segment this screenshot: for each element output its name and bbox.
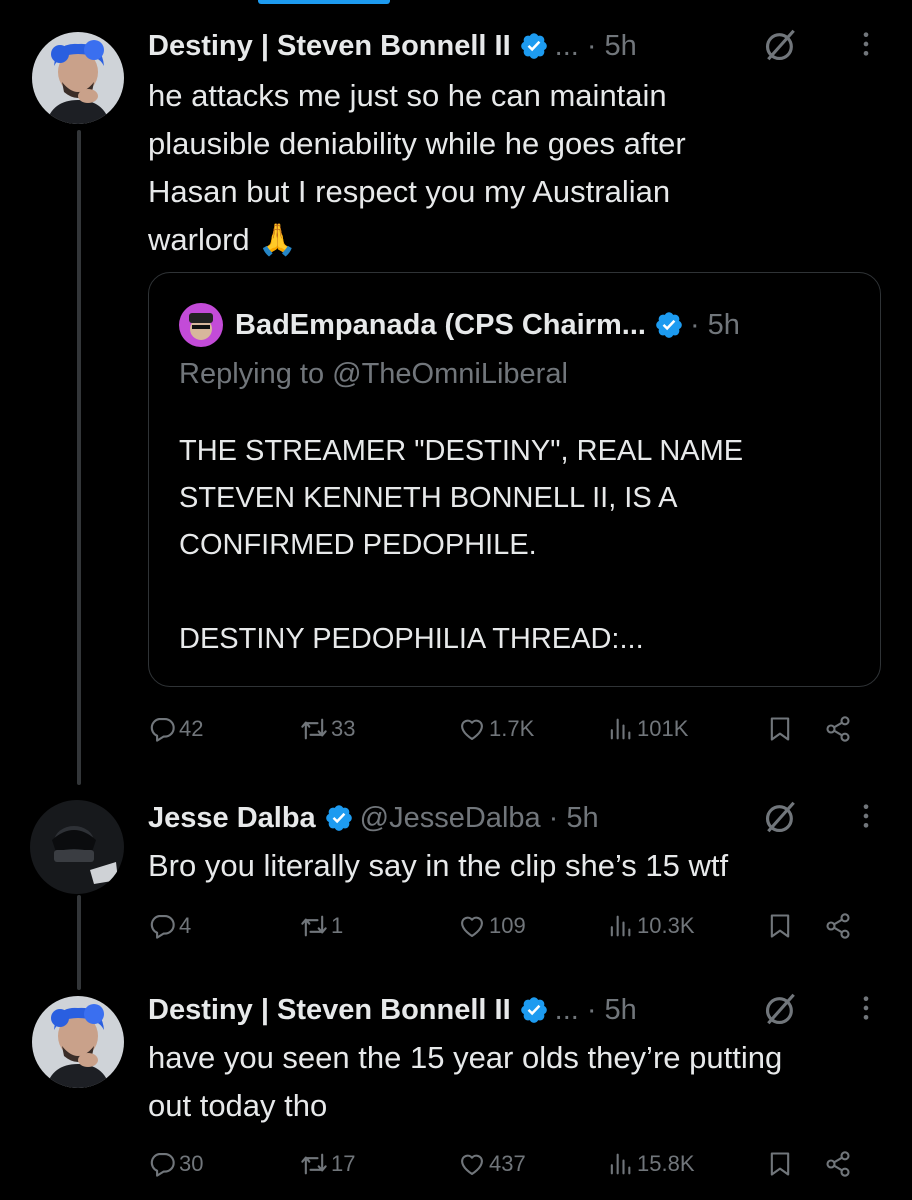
handle-truncation: ... (554, 29, 579, 62)
bookmark-button[interactable] (766, 715, 794, 743)
verified-badge-icon (519, 995, 549, 1025)
tweet[interactable]: Destiny | Steven Bonnell II ... · 5h hav… (0, 980, 912, 1200)
more-icon[interactable] (852, 802, 880, 830)
views-icon (606, 1150, 634, 1178)
author-name[interactable]: Jesse Dalba (148, 802, 316, 835)
tweet[interactable]: Jesse Dalba @JesseDalba · 5h Bro you lit… (0, 780, 912, 980)
author-name[interactable]: Destiny | Steven Bonnell II (148, 994, 511, 1027)
verified-badge-icon (324, 803, 354, 833)
bookmark-icon (766, 1150, 794, 1178)
tweet[interactable]: Destiny | Steven Bonnell II ... · 5h he … (0, 0, 912, 770)
reply-icon (148, 1150, 176, 1178)
reply-count: 42 (179, 716, 204, 741)
bookmark-button[interactable] (766, 1150, 794, 1178)
quote-author-name[interactable]: BadEmpanada (CPS Chairm... (235, 309, 646, 342)
repost-icon (300, 715, 328, 743)
reply-count: 30 (179, 1151, 204, 1176)
text-line: have you seen the 15 year olds they’re p… (148, 1040, 783, 1075)
tweet-text: have you seen the 15 year olds they’re p… (148, 1034, 882, 1130)
text-line: DESTINY PEDOPHILIA THREAD:... (179, 623, 644, 655)
views-button[interactable]: 10.3K (606, 912, 695, 940)
reply-count: 4 (179, 913, 192, 938)
repost-button[interactable]: 17 (300, 1150, 355, 1178)
grok-icon[interactable] (762, 990, 800, 1028)
grok-icon[interactable] (762, 798, 800, 836)
repost-count: 17 (331, 1151, 356, 1176)
avatar[interactable] (32, 996, 124, 1088)
timestamp[interactable]: · 5h (587, 994, 637, 1027)
reply-icon (148, 912, 176, 940)
text-line: Bro you literally say in the clip she’s … (148, 848, 729, 883)
text-line: plausible deniability while he goes afte… (148, 126, 686, 161)
text-line: he attacks me just so he can maintain (148, 78, 667, 113)
handle-truncation: ... (554, 993, 579, 1026)
text-line: STEVEN KENNETH BONNELL II, IS A (179, 482, 678, 514)
verified-badge-icon (654, 310, 684, 340)
avatar[interactable] (30, 800, 124, 894)
repost-count: 33 (331, 716, 356, 741)
like-icon (458, 912, 486, 940)
avatar[interactable] (32, 32, 124, 124)
quote-avatar[interactable] (179, 303, 223, 347)
author-handle[interactable]: @JesseDalba (360, 802, 541, 835)
share-button[interactable] (824, 715, 852, 743)
bookmark-icon (766, 715, 794, 743)
reply-button[interactable]: 4 (148, 912, 191, 940)
bookmark-icon (766, 912, 794, 940)
text-line (179, 569, 850, 616)
repost-button[interactable]: 33 (300, 715, 355, 743)
like-button[interactable]: 109 (458, 912, 526, 940)
more-icon[interactable] (852, 30, 880, 58)
views-button[interactable]: 101K (606, 715, 688, 743)
like-count: 109 (489, 913, 526, 938)
reply-icon (148, 715, 176, 743)
tweet-text: Bro you literally say in the clip she’s … (148, 842, 882, 890)
like-button[interactable]: 437 (458, 1150, 526, 1178)
share-button[interactable] (824, 1150, 852, 1178)
text-line: THE STREAMER "DESTINY", REAL NAME (179, 435, 744, 467)
verified-badge-icon (519, 31, 549, 61)
action-bar: 4 1 109 10.3K (148, 912, 868, 952)
share-icon (824, 715, 852, 743)
text-line: Hasan but I respect you my Australian (148, 174, 671, 209)
timestamp[interactable]: · 5h (587, 30, 637, 63)
bookmark-button[interactable] (766, 912, 794, 940)
more-icon[interactable] (852, 994, 880, 1022)
tweet-text: he attacks me just so he can maintain pl… (148, 72, 882, 264)
views-icon (606, 912, 634, 940)
repost-button[interactable]: 1 (300, 912, 343, 940)
repost-count: 1 (331, 913, 344, 938)
share-button[interactable] (824, 912, 852, 940)
view-count: 101K (637, 716, 689, 741)
replying-to[interactable]: Replying to @TheOmniLiberal (179, 358, 568, 391)
quote-text: THE STREAMER "DESTINY", REAL NAME STEVEN… (179, 428, 850, 663)
author-name[interactable]: Destiny | Steven Bonnell II (148, 30, 511, 63)
views-button[interactable]: 15.8K (606, 1150, 695, 1178)
quote-timestamp: · 5h (689, 308, 740, 341)
like-count: 1.7K (489, 716, 535, 741)
quoted-tweet[interactable]: BadEmpanada (CPS Chairm... · 5h Replying… (148, 272, 881, 687)
repost-icon (300, 1150, 328, 1178)
like-count: 437 (489, 1151, 526, 1176)
reply-button[interactable]: 30 (148, 1150, 203, 1178)
view-count: 10.3K (637, 913, 695, 938)
view-count: 15.8K (637, 1151, 695, 1176)
like-button[interactable]: 1.7K (458, 715, 534, 743)
like-icon (458, 1150, 486, 1178)
grok-icon[interactable] (762, 26, 800, 64)
like-icon (458, 715, 486, 743)
share-icon (824, 912, 852, 940)
action-bar: 42 33 1.7K 101K (148, 715, 868, 755)
text-line: out today tho (148, 1088, 328, 1123)
action-bar: 30 17 437 15.8K (148, 1150, 868, 1190)
repost-icon (300, 912, 328, 940)
share-icon (824, 1150, 852, 1178)
text-line: warlord 🙏 (148, 222, 297, 257)
reply-button[interactable]: 42 (148, 715, 203, 743)
views-icon (606, 715, 634, 743)
text-line: CONFIRMED PEDOPHILE. (179, 529, 537, 561)
timestamp[interactable]: · 5h (549, 802, 599, 835)
